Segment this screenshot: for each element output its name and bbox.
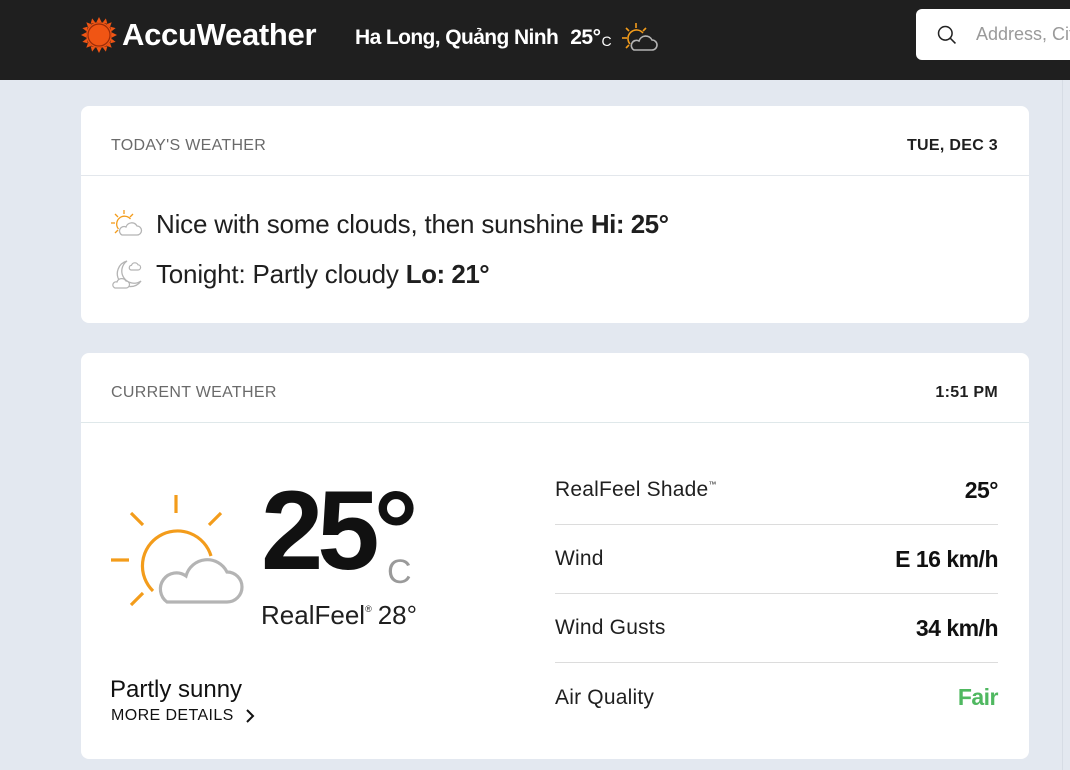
card-header: TODAY'S WEATHER TUE, DEC 3 (81, 106, 1029, 176)
night-forecast: Tonight: Partly cloudy Lo: 21° (109, 257, 490, 291)
detail-row-wind-gusts: Wind Gusts 34 km/h (555, 594, 999, 663)
todays-weather-card[interactable]: TODAY'S WEATHER TUE, DEC 3 Nice with som… (81, 106, 1029, 323)
chevron-right-icon (246, 709, 255, 723)
air-quality-status[interactable]: Fair (958, 684, 999, 711)
day-forecast: Nice with some clouds, then sunshine Hi:… (109, 207, 669, 241)
sun-logo-icon (81, 17, 117, 53)
current-details-list: RealFeel Shade™ 25° Wind E 16 km/h Wind … (555, 456, 999, 732)
header-temperature-unit: C (601, 33, 612, 49)
header-temperature: 25° (570, 26, 601, 49)
more-details-link[interactable]: MORE DETAILS (111, 707, 256, 725)
card-title: TODAY'S WEATHER (111, 137, 267, 154)
current-phrase: Partly sunny (110, 676, 243, 703)
realfeel-label: RealFeel (261, 600, 366, 630)
site-header: AccuWeather Ha Long, Quảng Ninh 25° C (0, 0, 1070, 80)
search-input[interactable] (976, 24, 1070, 45)
detail-label-text: RealFeel Shade (555, 478, 709, 501)
high-temperature: Hi: 25° (590, 208, 669, 239)
detail-value: 34 km/h (915, 614, 999, 641)
right-rail-divider (1062, 80, 1063, 770)
detail-label: RealFeel Shade™ (555, 478, 717, 502)
location-name: Ha Long, Quảng Ninh (355, 26, 559, 49)
search-icon[interactable] (936, 22, 958, 48)
brand-name: AccuWeather (122, 17, 317, 52)
detail-row-wind: Wind E 16 km/h (555, 525, 998, 594)
header-location[interactable]: Ha Long, Quảng Ninh 25° C (355, 20, 660, 56)
detail-row-air-quality[interactable]: Air Quality Fair (555, 663, 999, 732)
detail-label: Air Quality (555, 685, 655, 709)
realfeel: RealFeel® 28° (261, 600, 417, 631)
low-temperature: Lo: 21° (405, 258, 490, 289)
accuweather-logo[interactable]: AccuWeather (81, 17, 317, 53)
card-title: CURRENT WEATHER (111, 384, 277, 401)
current-temperature-unit: C (387, 553, 412, 591)
trademark-mark: ™ (708, 480, 717, 489)
more-details-label: MORE DETAILS (111, 707, 234, 724)
forecast-date: TUE, DEC 3 (906, 137, 998, 154)
day-phrase: Nice with some clouds, then sunshine (156, 208, 584, 239)
detail-value: 25° (964, 476, 999, 503)
detail-row-realfeel-shade: RealFeel Shade™ 25° (555, 456, 999, 525)
partly-cloudy-night-icon (112, 260, 142, 289)
registered-mark: ® (365, 604, 372, 614)
current-weather-card[interactable]: CURRENT WEATHER 1:51 PM 25° C RealFeel® 2… (81, 353, 1029, 759)
partly-sunny-icon (111, 495, 244, 607)
detail-label: Wind (555, 547, 604, 570)
location-search[interactable] (916, 9, 1070, 60)
card-header: CURRENT WEATHER 1:51 PM (81, 353, 1029, 423)
partly-sunny-icon (621, 23, 658, 51)
observation-time: 1:51 PM (935, 384, 998, 401)
detail-label: Wind Gusts (555, 616, 666, 639)
realfeel-value: 28° (377, 600, 418, 630)
partly-sunny-icon (111, 210, 143, 236)
night-phrase: Tonight: Partly cloudy (156, 258, 399, 289)
detail-value: E 16 km/h (895, 545, 998, 572)
